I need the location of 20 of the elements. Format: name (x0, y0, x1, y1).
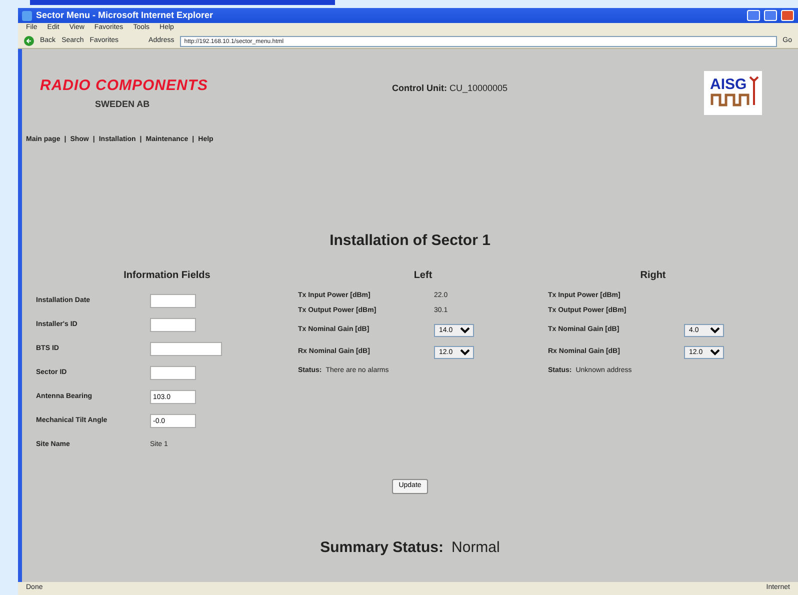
maximize-button[interactable] (764, 10, 777, 21)
section-heading: Information Fields (122, 269, 212, 283)
aisg-logo: AISG (704, 71, 762, 115)
brand-name: RADIO COMPONENTS (40, 76, 208, 96)
input-field[interactable] (150, 318, 196, 332)
summary-value: Normal (452, 539, 500, 556)
page-heading: Installation of Sector 1 (328, 230, 492, 250)
input-field[interactable] (150, 366, 196, 380)
section-heading: Left (412, 269, 434, 283)
input-field[interactable] (150, 342, 222, 356)
minimize-button[interactable] (747, 10, 760, 21)
input-field[interactable] (150, 294, 196, 308)
control-unit-text: Control Unit: CU_10000005 (392, 82, 508, 96)
close-button[interactable] (781, 10, 794, 21)
window-title: Sector Menu - Microsoft Internet Explorer (36, 8, 214, 22)
browser-icon (22, 10, 32, 20)
brand-subtitle: SWEDEN AB (95, 98, 151, 110)
section-heading: Right (639, 269, 667, 283)
summary-label: Summary Status: (320, 539, 444, 556)
back-arrow-icon[interactable] (24, 36, 34, 46)
